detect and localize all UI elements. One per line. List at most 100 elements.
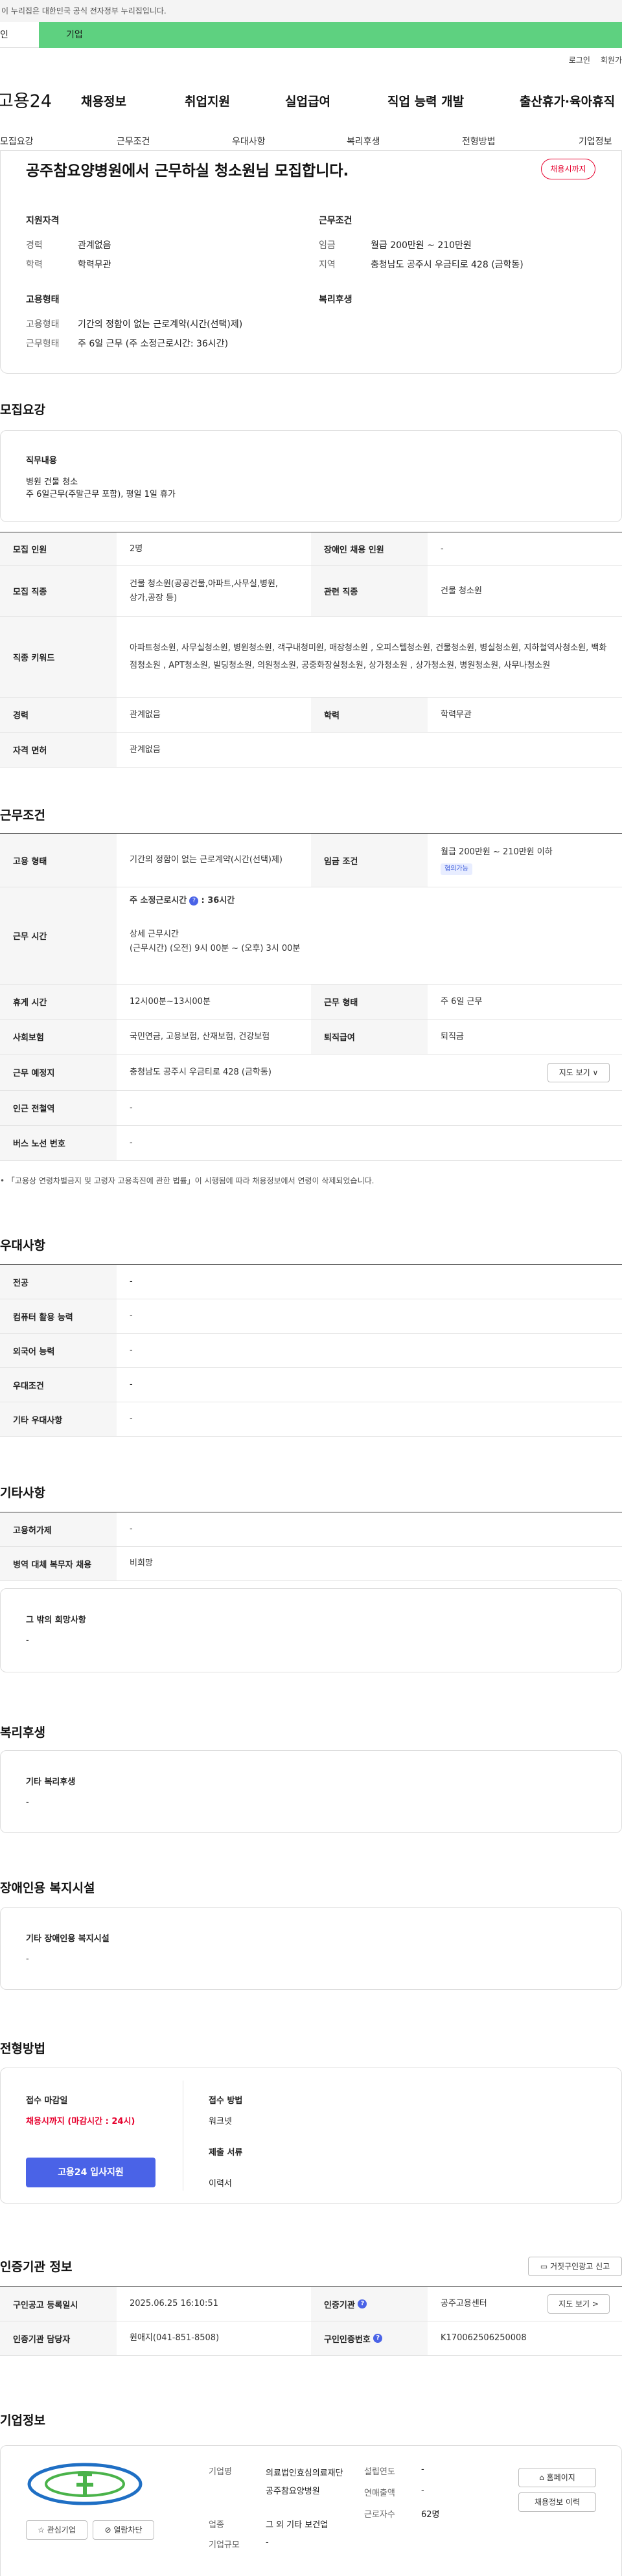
table-cell: - — [130, 1524, 133, 1534]
company-heading: 기업정보 — [0, 2413, 45, 2428]
section-nav-pref[interactable]: 우대사항 — [232, 135, 266, 148]
cond-label: 임금 — [319, 240, 336, 251]
table-cell: 12시00분~13시00분 — [130, 996, 211, 1007]
job-history-button[interactable]: 채용정보 이력 — [518, 2492, 596, 2512]
cond-value: 충청남도 공주시 우금티로 428 (금학동) — [371, 260, 524, 270]
table-header-cell: 휴게 시간 — [0, 985, 117, 1019]
table-header-cell: 근무 형태 — [311, 985, 428, 1019]
table-row: 근무 시간 주 소정근로시간 ? : 36시간 상세 근무시간 (근무시간) (… — [0, 887, 622, 985]
report-fake-ad-label: 거짓구인광고 신고 — [550, 2262, 610, 2271]
help-icon[interactable]: ? — [373, 2334, 383, 2343]
company-field-value: - — [421, 2486, 424, 2496]
table-header-cell: 자격 면허 — [0, 733, 117, 767]
deadline-badge: 채용시까지 — [541, 159, 595, 179]
audience-tabs: 인 기업 — [0, 22, 622, 48]
welfare-box-title: 기타 복리후생 — [26, 1777, 76, 1787]
block-view-button[interactable]: ⊘ 열람차단 — [93, 2520, 154, 2540]
report-fake-ad-button[interactable]: ▭ 거짓구인광고 신고 — [528, 2257, 622, 2276]
section-nav-welfare[interactable]: 복리후생 — [347, 135, 380, 148]
work-hours-cell: 주 소정근로시간 ? : 36시간 상세 근무시간 (근무시간) (오전) 9시… — [117, 887, 622, 984]
employment-type-title: 고용형태 — [26, 295, 60, 305]
tab-individual[interactable]: 인 — [0, 22, 39, 48]
table-row: 경력 관계없음 학력 학력무관 — [0, 698, 622, 733]
homepage-button[interactable]: ⌂ 홈페이지 — [518, 2468, 596, 2487]
report-icon: ▭ — [540, 2262, 548, 2271]
table-cell: 원애지(041-851-8508) — [130, 2333, 220, 2343]
cert-map-button[interactable]: 지도 보기 > — [547, 2294, 610, 2314]
table-row: 인근 전철역 - — [0, 1091, 622, 1126]
table-header-cell: 인증기관 담당자 — [0, 2321, 117, 2355]
table-header-cell: 직종 키워드 — [0, 617, 117, 697]
deadline-title: 접수 마감일 — [26, 2096, 68, 2106]
table-row: 전공 - — [0, 1265, 622, 1299]
login-link[interactable]: 로그인 — [569, 54, 590, 65]
gnb-item-jobs[interactable]: 채용정보 — [81, 92, 126, 109]
table-row: 버스 노선 번호 - — [0, 1126, 622, 1161]
table-header-cell: 모집 직종 — [0, 566, 117, 616]
table-row: 우대조건 - — [0, 1368, 622, 1402]
table-cell: 주 6일 근무 — [441, 996, 483, 1007]
signup-link[interactable]: 회원가 — [601, 54, 622, 65]
map-view-button[interactable]: 지도 보기 ∨ — [547, 1063, 610, 1082]
table-header-cell: 고용 형태 — [0, 834, 117, 887]
apply-button[interactable]: 고용24 입사지원 — [26, 2158, 156, 2187]
table-header-cell: 구인공고 등록일시 — [0, 2287, 117, 2321]
favorite-company-button[interactable]: ☆ 관심기업 — [26, 2520, 87, 2540]
negotiable-badge: 협의가능 — [441, 863, 472, 875]
company-field-label: 연매출액 — [364, 2489, 395, 2498]
block-view-label: 열람차단 — [113, 2525, 143, 2535]
gnb-item-training[interactable]: 직업 능력 개발 — [387, 92, 464, 109]
table-header-cell: 인증기관 ? — [311, 2287, 428, 2321]
work-table: 고용 형태 기간의 정함이 없는 근로계약(시간(선택)제) 임금 조건 월급 … — [0, 833, 622, 1161]
gnb-item-unemployment[interactable]: 실업급여 — [285, 92, 330, 109]
site-logo[interactable]: 고용24 — [0, 87, 75, 112]
tab-corporate[interactable]: 기업 — [39, 22, 622, 48]
table-row: 직종 키워드 아파트청소원, 사무실청소원, 병원청소원, 객구내청미원, 매장… — [0, 617, 622, 698]
method-title: 접수 방법 — [209, 2096, 243, 2106]
qual-value: 학력무관 — [78, 260, 111, 270]
table-cell: 기간의 정함이 없는 근로계약(시간(선택)제) — [130, 855, 283, 865]
welfare-heading: 복리후생 — [0, 1726, 45, 1740]
table-cell: K170062506250008 — [441, 2333, 527, 2343]
table-header-cell: 사회보험 — [0, 1020, 117, 1054]
table-row: 자격 면허 관계없음 — [0, 733, 622, 768]
certification-heading: 인증기관 정보 — [0, 2260, 73, 2274]
table-header-cell: 경력 — [0, 698, 117, 732]
work-heading: 근무조건 — [0, 808, 45, 823]
cert-number-label: 구인인증번호 — [324, 2334, 371, 2345]
gov-banner-text: 이 누리집은 대한민국 공식 전자정부 누리집입니다. — [1, 6, 167, 16]
job-title: 공주참요양병원에서 근무하실 청소원님 모집합니다. — [26, 163, 349, 179]
docs-title: 제출 서류 — [209, 2148, 243, 2158]
duty-line: 주 6일근무(주말근무 포함), 평일 1일 휴가 — [26, 490, 176, 499]
table-cell: 2명 — [130, 543, 143, 554]
company-field-value: 그 외 기타 보건업 — [266, 2520, 328, 2530]
table-cell: - — [130, 1102, 133, 1113]
table-row: 고용허가제 - — [0, 1512, 622, 1547]
table-row: 모집 직종 건물 청소원(공공건물,아파트,사무실,병원, 상가,공장 등) 관… — [0, 566, 622, 617]
conditions-title: 근무조건 — [319, 216, 352, 226]
table-cell: 충청남도 공주시 우금티로 428 (금학동) — [130, 1067, 271, 1077]
section-nav-work[interactable]: 근무조건 — [117, 135, 150, 148]
welfare-box-value: - — [26, 1797, 29, 1807]
company-field-label: 설립연도 — [364, 2467, 395, 2477]
gnb-item-employment-support[interactable]: 취업지원 — [185, 92, 230, 109]
help-icon[interactable]: ? — [358, 2299, 367, 2308]
table-header-cell: 관련 직종 — [311, 566, 428, 616]
table-cell: 공주고용센터 — [441, 2299, 487, 2308]
emp-label: 근무형태 — [26, 339, 60, 349]
table-cell: 아파트청소원, 사무실청소원, 병원청소원, 객구내청미원, 매장청소원 , 오… — [130, 643, 607, 670]
duty-box — [0, 430, 622, 522]
section-nav-selection[interactable]: 전형방법 — [462, 135, 496, 148]
section-nav-recruit[interactable]: 모집요강 — [0, 135, 34, 148]
table-row: 인증기관 담당자 원애지(041-851-8508) 구인인증번호 ? K170… — [0, 2321, 622, 2356]
recruit-heading: 모집요강 — [0, 403, 45, 417]
table-cell: - — [441, 543, 444, 554]
table-row: 모집 인원 2명 장애인 채용 인원 - — [0, 532, 622, 566]
table-row: 근무 예정지 충청남도 공주시 우금티로 428 (금학동) 지도 보기 ∨ — [0, 1054, 622, 1091]
section-nav-company[interactable]: 기업정보 — [579, 135, 612, 148]
table-row: 컴퓨터 활용 능력 - — [0, 1299, 622, 1334]
gnb-item-parental-leave[interactable]: 출산휴가·육아휴직 — [520, 92, 615, 109]
table-header-cell: 퇴직급여 — [311, 1020, 428, 1054]
help-icon[interactable]: ? — [189, 896, 199, 906]
company-field-value: 62명 — [421, 2510, 440, 2520]
